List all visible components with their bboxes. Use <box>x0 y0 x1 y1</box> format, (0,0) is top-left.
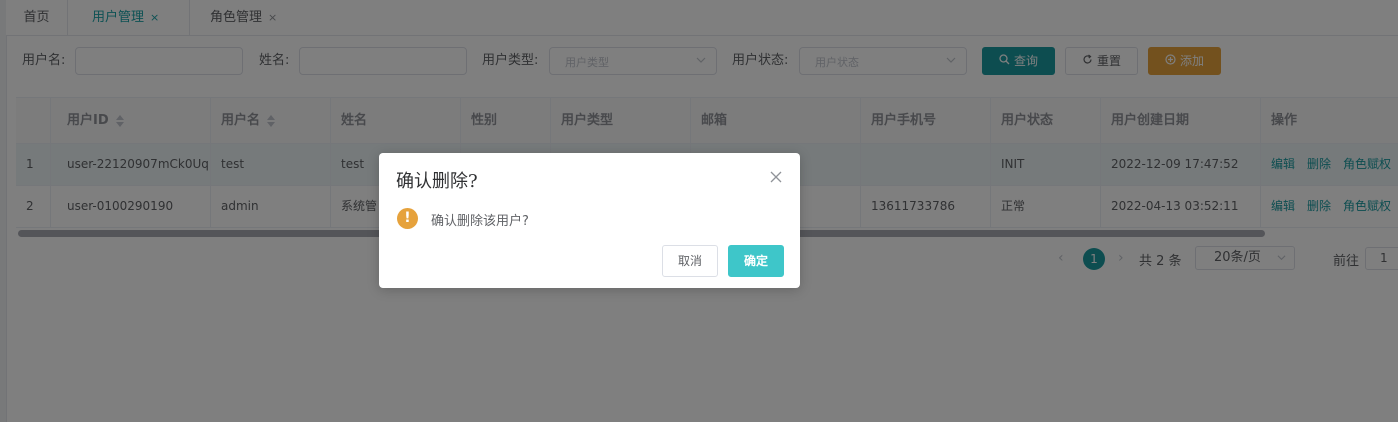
dialog-title: 确认删除? <box>396 171 478 192</box>
warning-icon: ! <box>397 208 418 229</box>
close-icon[interactable] <box>768 169 784 185</box>
confirm-delete-dialog: 确认删除? ! 确认删除该用户? 取消 确定 <box>379 153 800 288</box>
dialog-message: 确认删除该用户? <box>431 214 529 229</box>
confirm-button[interactable]: 确定 <box>728 245 784 277</box>
cancel-button[interactable]: 取消 <box>662 245 718 277</box>
